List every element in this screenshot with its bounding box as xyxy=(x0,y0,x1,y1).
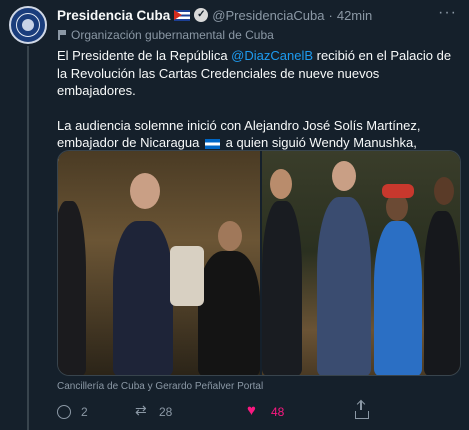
share-icon xyxy=(355,401,369,419)
account-label: Organización gubernamental de Cuba xyxy=(57,26,461,43)
share-button[interactable] xyxy=(355,401,379,419)
government-flag-icon xyxy=(57,29,66,40)
heart-icon xyxy=(247,402,261,419)
person-president xyxy=(317,197,371,375)
avatar[interactable] xyxy=(9,6,47,44)
media-caption: Cancillería de Cuba y Gerardo Peñalver P… xyxy=(57,381,264,392)
person-ambassador xyxy=(374,221,422,375)
like-count: 48 xyxy=(271,405,285,419)
cuba-flag-icon xyxy=(174,9,191,21)
separator: · xyxy=(328,7,333,23)
tweet-paragraph-1: El Presidente de la República @DiazCanel… xyxy=(57,47,461,100)
thread-line xyxy=(27,46,29,430)
photo-credentials-handover[interactable] xyxy=(58,151,260,375)
action-bar: 2 28 48 xyxy=(57,401,461,422)
tweet-text-segment: El Presidente de la República xyxy=(57,48,232,63)
verified-badge-icon: ✓ xyxy=(194,8,209,22)
media-grid xyxy=(57,150,461,376)
account-label-text: Organización gubernamental de Cuba xyxy=(71,27,274,42)
person-president xyxy=(113,221,173,375)
retweet-icon xyxy=(135,402,149,419)
author-name[interactable]: Presidencia Cuba xyxy=(57,8,170,23)
more-options-icon[interactable]: ··· xyxy=(438,4,457,22)
author-handle[interactable]: @PresidenciaCuba xyxy=(212,8,324,23)
reply-icon xyxy=(57,405,71,419)
like-button[interactable]: 48 xyxy=(247,402,355,419)
reply-button[interactable]: 2 xyxy=(57,405,135,419)
tweet-time[interactable]: 42min xyxy=(337,8,372,23)
photo-group-portrait[interactable] xyxy=(262,151,460,375)
mention-link[interactable]: @DiazCanelB xyxy=(231,48,313,63)
retweet-count: 28 xyxy=(159,405,173,419)
reply-count: 2 xyxy=(81,405,88,419)
tweet-header: Presidencia Cuba ✓ @PresidenciaCuba · 42… xyxy=(57,4,461,24)
person-ambassador xyxy=(198,251,260,375)
retweet-button[interactable]: 28 xyxy=(135,402,247,419)
nicaragua-flag-icon xyxy=(204,138,220,149)
